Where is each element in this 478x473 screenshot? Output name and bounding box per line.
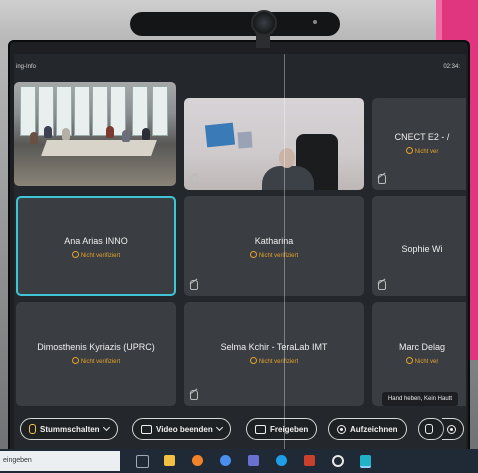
participant-tile[interactable]: CNECT E2 - / Nicht ver <box>372 98 466 190</box>
muted-mic-icon <box>190 174 198 184</box>
muted-mic-icon <box>190 390 198 400</box>
meeting-clock: 02:34: <box>443 64 460 70</box>
person-video <box>184 98 364 190</box>
hand-raise-hint: Hand heben, Kein Hautt <box>381 392 458 406</box>
participant-name: Katharina <box>254 236 294 246</box>
reactions-button[interactable] <box>418 418 444 440</box>
participant-name: Marc Delag <box>398 342 445 352</box>
verification-status: Nicht ver <box>372 147 466 155</box>
webcam-led <box>313 20 317 24</box>
monitor: ing-Info 02:34: CNECT E2 - / Nicht ver A… <box>8 40 470 470</box>
verification-status: Nicht verifiziert <box>184 251 364 259</box>
participant-name: Selma Kchir - TeraLab IMT <box>220 342 328 352</box>
participant-name: Ana Arias INNO <box>64 236 128 246</box>
meeting-toolbar: Stummschalten Video beenden Freigeben Au… <box>14 416 466 446</box>
muted-mic-icon <box>378 280 386 290</box>
record-icon <box>337 424 346 434</box>
share-button[interactable]: Freigeben <box>246 418 318 440</box>
screen-glare <box>284 54 285 454</box>
verification-status: Nicht verifiziert <box>184 357 364 365</box>
record-button[interactable]: Aufzeichnen <box>328 418 407 440</box>
webex-icon[interactable] <box>360 455 371 468</box>
task-view-icon[interactable] <box>136 455 149 468</box>
chrome-icon[interactable] <box>220 455 231 466</box>
webcam-icon <box>251 10 277 36</box>
emoji-icon <box>447 424 456 434</box>
clock-icon <box>405 147 413 154</box>
share-screen-icon <box>255 424 266 434</box>
cortana-icon[interactable] <box>332 455 344 467</box>
participant-name: CNECT E2 - / <box>394 132 450 142</box>
meeting-info-label[interactable]: ing-Info <box>16 64 36 70</box>
meeting-screen: ing-Info 02:34: CNECT E2 - / Nicht ver A… <box>14 54 466 454</box>
windows-taskbar: eingeben <box>0 449 478 473</box>
stop-video-button[interactable]: Video beenden <box>132 418 231 440</box>
verification-status: Nicht verifiziert <box>16 357 176 365</box>
participant-tile-video[interactable] <box>184 98 364 190</box>
participant-tile-room[interactable] <box>14 82 176 186</box>
verification-status: Nicht verifiziert <box>16 251 176 259</box>
clock-icon <box>71 357 79 364</box>
muted-mic-icon <box>378 174 386 184</box>
camera-icon <box>141 424 152 434</box>
participant-tile[interactable]: Selma Kchir - TeraLab IMT Nicht verifizi… <box>184 302 364 406</box>
file-explorer-icon[interactable] <box>164 455 175 466</box>
participant-name: Dimosthenis Kyriazis (UPRC) <box>37 342 155 352</box>
hand-icon <box>425 424 433 434</box>
microphone-icon <box>29 424 36 434</box>
firefox-icon[interactable] <box>192 455 203 466</box>
powerpoint-icon[interactable] <box>304 455 315 466</box>
participant-tile[interactable]: Dimosthenis Kyriazis (UPRC) Nicht verifi… <box>16 302 176 406</box>
webcam-bar <box>130 12 340 36</box>
teams-icon[interactable] <box>248 455 259 466</box>
room-video <box>14 82 176 186</box>
chevron-down-icon[interactable] <box>102 423 110 432</box>
taskbar-search-input[interactable]: eingeben <box>0 451 120 471</box>
participant-grid: CNECT E2 - / Nicht ver Ana Arias INNO Ni… <box>14 82 466 412</box>
participant-tile[interactable]: Katharina Nicht verifiziert <box>184 196 364 296</box>
participant-tile[interactable]: Sophie Wi <box>372 196 466 296</box>
verification-status: Nicht ver <box>372 357 466 365</box>
edge-icon[interactable] <box>276 455 287 466</box>
muted-mic-icon <box>190 280 198 290</box>
mute-button[interactable]: Stummschalten <box>20 418 118 440</box>
clock-icon <box>405 357 413 364</box>
chevron-down-icon[interactable] <box>215 423 223 432</box>
participant-tile[interactable]: Marc Delag Nicht ver <box>372 302 466 406</box>
emoji-button[interactable] <box>442 418 464 440</box>
participant-name: Sophie Wi <box>401 244 443 254</box>
clock-icon <box>71 251 79 258</box>
top-bar: ing-Info 02:34: <box>14 54 466 80</box>
participant-tile-active[interactable]: Ana Arias INNO Nicht verifiziert <box>16 196 176 296</box>
clock-icon <box>249 251 257 258</box>
clock-icon <box>249 357 257 364</box>
